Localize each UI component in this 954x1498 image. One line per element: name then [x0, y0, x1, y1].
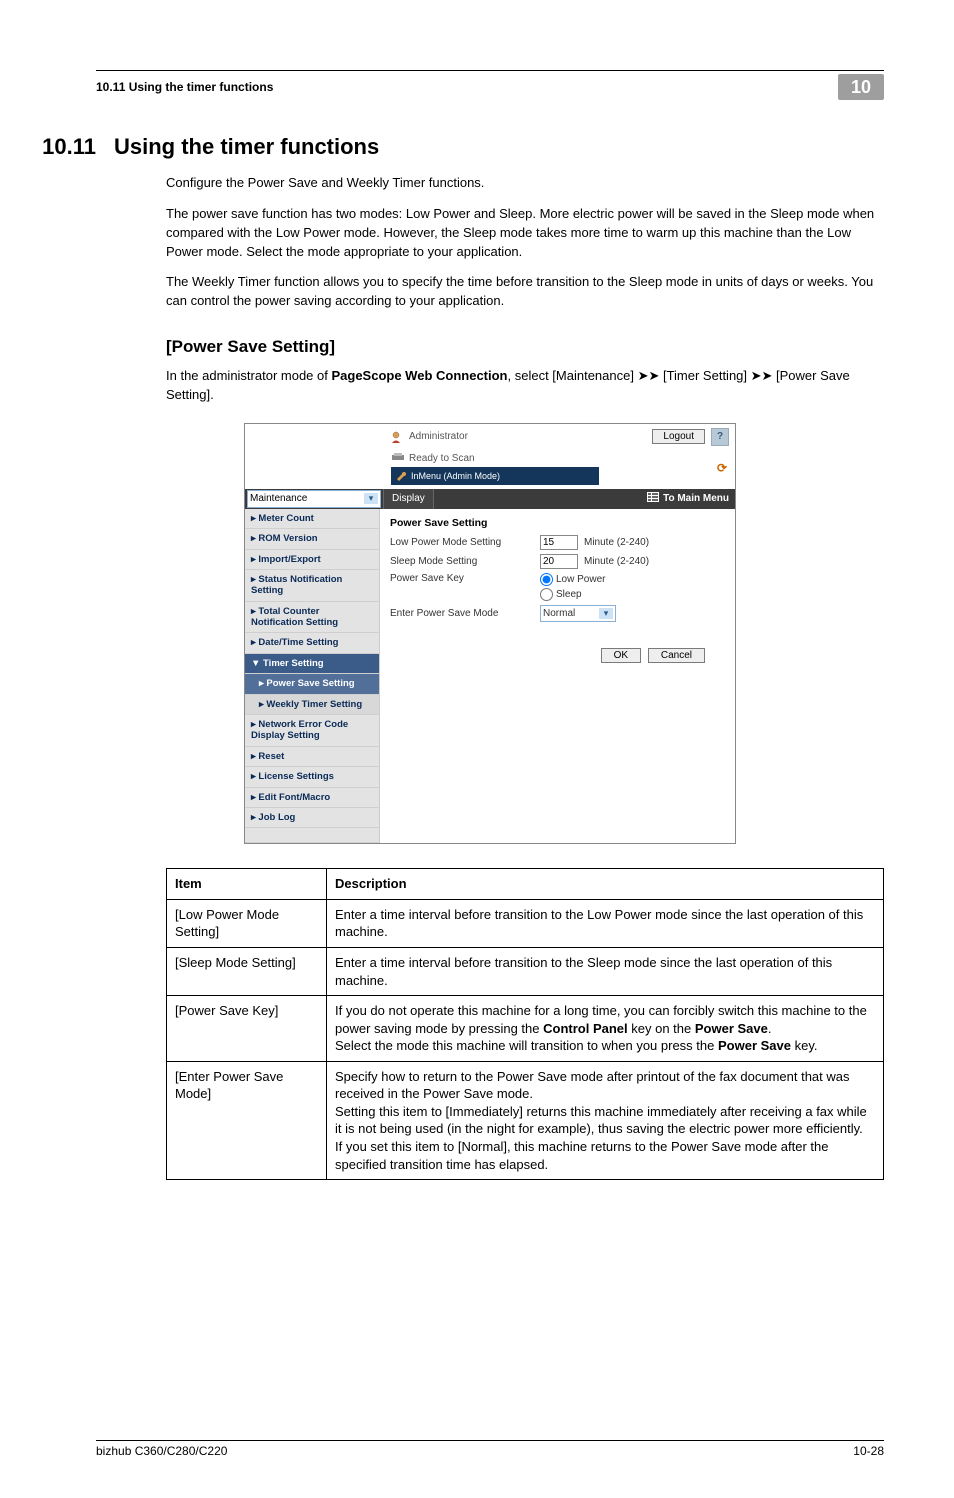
sleep-mode-label: Sleep Mode Setting	[390, 556, 540, 567]
screenshot: Administrator Logout ? Ready to Scan InM…	[244, 423, 736, 845]
menu-icon	[647, 492, 659, 505]
form-title: Power Save Setting	[390, 517, 725, 529]
nav-status-notification[interactable]: ▸ Status Notification Setting	[245, 570, 379, 602]
radio-low-power[interactable]: Low Power	[540, 573, 605, 586]
refresh-icon[interactable]: ⟳	[715, 461, 729, 475]
table-header-item: Item	[167, 869, 327, 900]
table-cell-item: [Low Power Mode Setting]	[167, 899, 327, 947]
wrench-icon	[395, 469, 407, 483]
table-row: [Power Save Key] If you do not operate t…	[167, 996, 884, 1062]
power-save-key-label: Power Save Key	[390, 573, 540, 584]
logout-button[interactable]: Logout	[652, 429, 705, 444]
nav-rom-version[interactable]: ▸ ROM Version	[245, 529, 379, 549]
sidebar-nav: ▸ Meter Count ▸ ROM Version ▸ Import/Exp…	[245, 509, 380, 844]
text: Ready to Scan	[409, 453, 475, 464]
nav-total-counter[interactable]: ▸ Total Counter Notification Setting	[245, 602, 379, 634]
table-cell-desc: Enter a time interval before transition …	[327, 899, 884, 947]
user-role-label: Administrator	[391, 431, 646, 443]
heading-row: 10.11 Using the timer functions	[96, 134, 884, 160]
category-dropdown[interactable]: Maintenance ▾	[247, 490, 381, 508]
cancel-button[interactable]: Cancel	[648, 648, 705, 663]
nav-job-log[interactable]: ▸ Job Log	[245, 808, 379, 828]
radio-sleep[interactable]: Sleep	[540, 588, 605, 601]
nav-network-error[interactable]: ▸ Network Error Code Display Setting	[245, 715, 379, 747]
to-main-menu-link[interactable]: To Main Menu	[641, 492, 735, 505]
description-table: Item Description [Low Power Mode Setting…	[166, 868, 884, 1180]
footer-left: bizhub C360/C280/C220	[96, 1444, 227, 1458]
nav-license[interactable]: ▸ License Settings	[245, 767, 379, 787]
printer-status: Ready to Scan	[391, 452, 715, 465]
table-cell-desc: Specify how to return to the Power Save …	[327, 1061, 884, 1179]
table-cell-desc: Enter a time interval before transition …	[327, 948, 884, 996]
ok-button[interactable]: OK	[601, 648, 641, 663]
subheading: [Power Save Setting]	[166, 337, 884, 357]
chapter-number-badge: 10	[838, 74, 884, 100]
unit-label: Minute (2-240)	[584, 556, 649, 567]
footer-right: 10-28	[853, 1444, 884, 1458]
screenshot-menubar: Maintenance ▾ Display To Main Menu	[245, 489, 735, 509]
sleep-mode-input[interactable]	[540, 554, 578, 569]
unit-label: Minute (2-240)	[584, 537, 649, 548]
nav-edit-font[interactable]: ▸ Edit Font/Macro	[245, 788, 379, 808]
page-footer: bizhub C360/C280/C220 10-28	[96, 1440, 884, 1458]
table-cell-item: [Power Save Key]	[167, 996, 327, 1062]
paragraph: Configure the Power Save and Weekly Time…	[166, 174, 884, 193]
nav-weekly-timer[interactable]: ▸ Weekly Timer Setting	[245, 695, 379, 715]
section-reference: 10.11 Using the timer functions	[96, 80, 273, 94]
dropdown-value: Maintenance	[250, 493, 307, 504]
chevron-down-icon: ▾	[364, 493, 378, 504]
table-row: [Sleep Mode Setting] Enter a time interv…	[167, 948, 884, 996]
low-power-input[interactable]	[540, 535, 578, 550]
nav-timer-setting[interactable]: ▼ Timer Setting	[245, 654, 379, 674]
text: To Main Menu	[663, 493, 729, 504]
table-cell-item: [Sleep Mode Setting]	[167, 948, 327, 996]
table-cell-desc: If you do not operate this machine for a…	[327, 996, 884, 1062]
table-cell-item: [Enter Power Save Mode]	[167, 1061, 327, 1179]
enter-power-save-select[interactable]: Normal ▾	[540, 605, 616, 622]
text: InMenu (Admin Mode)	[411, 471, 500, 481]
status-banner: InMenu (Admin Mode)	[391, 467, 599, 485]
nav-date-time[interactable]: ▸ Date/Time Setting	[245, 633, 379, 653]
printer-icon	[391, 452, 405, 465]
text: Administrator	[409, 431, 468, 442]
page-header: 10.11 Using the timer functions 10	[96, 70, 884, 100]
text: In the administrator mode of	[166, 368, 331, 383]
paragraph: The Weekly Timer function allows you to …	[166, 273, 884, 311]
table-header-desc: Description	[327, 869, 884, 900]
form-panel: Power Save Setting Low Power Mode Settin…	[380, 509, 735, 844]
table-row: [Enter Power Save Mode] Specify how to r…	[167, 1061, 884, 1179]
chevron-down-icon: ▾	[599, 608, 613, 619]
nav-reset[interactable]: ▸ Reset	[245, 747, 379, 767]
table-row: [Low Power Mode Setting] Enter a time in…	[167, 899, 884, 947]
low-power-label: Low Power Mode Setting	[390, 537, 540, 548]
nav-import-export[interactable]: ▸ Import/Export	[245, 550, 379, 570]
text-bold: PageScope Web Connection	[331, 368, 507, 383]
nav-power-save-setting[interactable]: ▸ Power Save Setting	[245, 674, 379, 694]
display-button[interactable]: Display	[383, 489, 434, 509]
heading-title: Using the timer functions	[114, 134, 379, 160]
screenshot-topbar: Administrator Logout ?	[245, 424, 735, 450]
enter-power-save-label: Enter Power Save Mode	[390, 608, 540, 619]
select-value: Normal	[543, 608, 575, 619]
screenshot-status-row: Ready to Scan InMenu (Admin Mode) ⟳	[245, 450, 735, 489]
paragraph: The power save function has two modes: L…	[166, 205, 884, 262]
heading-number: 10.11	[36, 134, 96, 160]
lead-in-paragraph: In the administrator mode of PageScope W…	[166, 367, 884, 405]
help-button[interactable]: ?	[711, 428, 729, 446]
nav-meter-count[interactable]: ▸ Meter Count	[245, 509, 379, 529]
user-icon	[391, 431, 405, 443]
